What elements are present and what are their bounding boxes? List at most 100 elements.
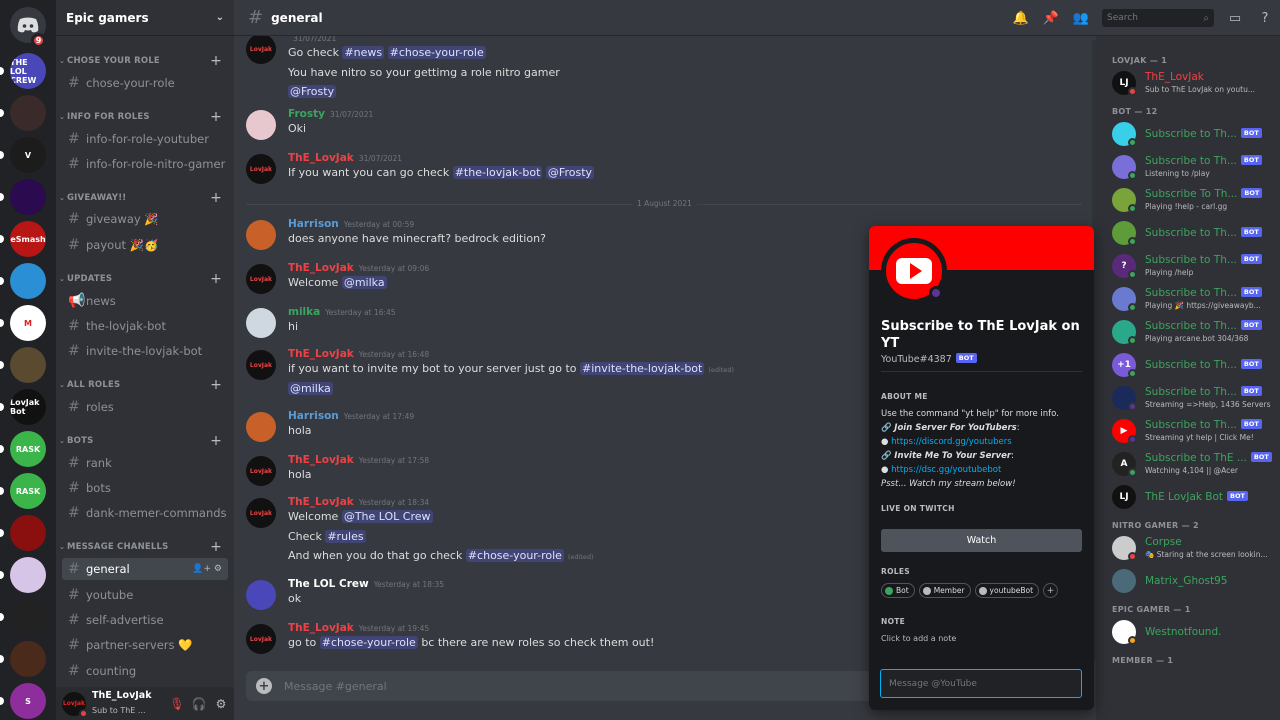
invite-bot-link[interactable]: https://dsc.gg/youtubebot bbox=[891, 465, 1001, 475]
members-icon[interactable]: 👥 bbox=[1066, 11, 1096, 26]
category-header[interactable]: ⌄ BOTS + bbox=[56, 433, 234, 449]
channel-item[interactable]: # info-for-role-nitro-gamer bbox=[62, 153, 228, 175]
channel-settings-icon[interactable]: 👤+ ⚙ bbox=[192, 564, 222, 574]
channel-item[interactable]: # youtube bbox=[62, 584, 228, 606]
channel-item[interactable]: # general 👤+ ⚙ bbox=[62, 558, 228, 580]
server-icon[interactable]: RASK bbox=[10, 473, 46, 509]
author-name[interactable]: The LOL Crew bbox=[288, 578, 369, 590]
member-item[interactable]: ▶ Subscribe to Th... BOT Streaming yt help … bbox=[1112, 416, 1276, 446]
member-item[interactable]: Corpse 🎭 Staring at the screen lookin... bbox=[1112, 533, 1276, 563]
avatar[interactable]: LovJak bbox=[246, 350, 276, 380]
server-icon[interactable]: TheSmashen bbox=[10, 221, 46, 257]
join-server-link[interactable]: https://discord.gg/youtubers bbox=[891, 437, 1012, 447]
member-item[interactable]: A Subscribe to ThE ... BOT Watching 4,104 |… bbox=[1112, 449, 1276, 479]
author-name[interactable]: ThE_LovJak bbox=[288, 348, 354, 360]
mention[interactable]: @Frosty bbox=[288, 85, 337, 98]
author-name[interactable]: Frosty bbox=[288, 108, 325, 120]
member-item[interactable]: Subscribe To Th... BOT Playing !help - car… bbox=[1112, 185, 1276, 215]
server-header[interactable]: Epic gamers ⌄ bbox=[56, 0, 234, 36]
server-icon[interactable] bbox=[10, 263, 46, 299]
member-item[interactable]: Subscribe to Th... BOT Playing arcane.bot … bbox=[1112, 317, 1276, 347]
member-item[interactable]: +1 Subscribe to Th... BOT bbox=[1112, 350, 1276, 380]
channel-item[interactable]: # bots bbox=[62, 477, 228, 499]
member-item[interactable]: Westnotfound. bbox=[1112, 617, 1276, 647]
channel-item[interactable]: # info-for-role-youtuber bbox=[62, 128, 228, 150]
channel-item[interactable]: # giveaway 🎉 bbox=[62, 208, 228, 230]
headphones-icon[interactable]: 🎧 bbox=[188, 697, 210, 711]
role-chip[interactable]: Member bbox=[918, 583, 971, 598]
member-item[interactable]: ? Subscribe to Th... BOT Playing /help bbox=[1112, 251, 1276, 281]
member-item[interactable]: Subscribe to Th... BOT Listening to /play bbox=[1112, 152, 1276, 182]
avatar[interactable]: LovJak bbox=[246, 498, 276, 528]
author-name[interactable]: Harrison bbox=[288, 410, 339, 422]
user-avatar[interactable]: LovJak bbox=[62, 691, 88, 718]
avatar[interactable]: LovJak bbox=[246, 624, 276, 654]
avatar[interactable] bbox=[246, 308, 276, 338]
watch-button[interactable]: Watch bbox=[881, 529, 1082, 552]
server-icon[interactable] bbox=[10, 557, 46, 593]
server-icon[interactable] bbox=[10, 515, 46, 551]
member-item[interactable]: Matrix_Ghost95 bbox=[1112, 566, 1276, 596]
add-channel-icon[interactable]: + bbox=[210, 433, 222, 449]
category-header[interactable]: ⌄ INFO FOR ROLES + bbox=[56, 109, 234, 125]
author-name[interactable]: ThE_LovJak bbox=[288, 262, 354, 274]
category-header[interactable]: ⌄ ALL ROLES + bbox=[56, 377, 234, 393]
mention[interactable]: @milka bbox=[288, 381, 333, 395]
mention[interactable]: #invite-the-lovjak-bot bbox=[580, 362, 705, 375]
channel-item[interactable]: # rank bbox=[62, 452, 228, 474]
avatar[interactable] bbox=[246, 110, 276, 140]
role-chip[interactable]: Bot bbox=[881, 583, 915, 598]
mute-mic-icon[interactable]: 🎙 bbox=[166, 697, 188, 711]
mention[interactable]: #the-lovjak-bot bbox=[452, 166, 543, 179]
server-icon[interactable] bbox=[10, 95, 46, 131]
role-chip[interactable]: youtubeBot bbox=[974, 583, 1040, 598]
author-name[interactable]: Harrison bbox=[288, 218, 339, 230]
server-icon[interactable]: S bbox=[10, 683, 46, 719]
member-item[interactable]: Subscribe to Th... BOT Playing 🎉 https://g… bbox=[1112, 284, 1276, 314]
gear-icon[interactable]: ⚙ bbox=[210, 697, 232, 711]
server-icon[interactable]: RASK bbox=[10, 431, 46, 467]
mention[interactable]: #chose-your-role bbox=[319, 636, 418, 649]
dm-input[interactable]: Message @YouTube bbox=[880, 669, 1082, 698]
add-channel-icon[interactable]: + bbox=[210, 377, 222, 393]
attach-plus-icon[interactable]: + bbox=[256, 678, 272, 694]
help-icon[interactable]: ? bbox=[1250, 11, 1280, 26]
add-channel-icon[interactable]: + bbox=[210, 271, 222, 287]
server-icon[interactable]: M bbox=[10, 305, 46, 341]
avatar[interactable]: LovJak bbox=[246, 36, 276, 64]
mention[interactable]: #chose-your-role bbox=[387, 46, 486, 59]
member-item[interactable]: Subscribe to Th... BOT bbox=[1112, 119, 1276, 149]
server-icon[interactable] bbox=[10, 599, 46, 635]
avatar[interactable]: LovJak bbox=[246, 456, 276, 486]
channel-item[interactable]: # invite-the-lovjak-bot bbox=[62, 340, 228, 362]
author-name[interactable]: ThE_LovJak bbox=[288, 152, 354, 164]
category-header[interactable]: ⌄ MESSAGE CHANELLS + bbox=[56, 539, 234, 555]
add-channel-icon[interactable]: + bbox=[210, 539, 222, 555]
note-field[interactable]: Click to add a note bbox=[881, 634, 956, 643]
avatar[interactable] bbox=[246, 412, 276, 442]
channel-item[interactable]: # roles bbox=[62, 396, 228, 418]
mention[interactable]: @milka bbox=[341, 276, 387, 289]
mention[interactable]: #chose-your-role bbox=[465, 549, 564, 562]
add-channel-icon[interactable]: + bbox=[210, 109, 222, 125]
author-name[interactable]: ThE_LovJak bbox=[288, 622, 354, 634]
mention[interactable]: #rules bbox=[325, 529, 366, 543]
channel-item[interactable]: # counting bbox=[62, 660, 228, 682]
server-icon[interactable]: THE LOL CREW bbox=[10, 53, 46, 89]
member-item[interactable]: LJ ThE_LovJak Sub to ThE LovJak on youtu..… bbox=[1112, 68, 1276, 98]
add-role-button[interactable]: + bbox=[1043, 583, 1059, 598]
category-header[interactable]: ⌄ CHOSE YOUR ROLE + bbox=[56, 53, 234, 69]
add-channel-icon[interactable]: + bbox=[210, 53, 222, 69]
server-icon[interactable] bbox=[10, 347, 46, 383]
mention[interactable]: @Frosty bbox=[545, 166, 595, 179]
bell-icon[interactable]: 🔔 bbox=[1006, 11, 1036, 26]
channel-item[interactable]: # payout 🎉🥳 bbox=[62, 234, 228, 256]
server-icon[interactable]: V bbox=[10, 137, 46, 173]
server-icon[interactable]: LovJak Bot bbox=[10, 389, 46, 425]
pin-icon[interactable]: 📌 bbox=[1036, 11, 1066, 26]
inbox-icon[interactable]: ▭ bbox=[1220, 11, 1250, 26]
channel-item[interactable]: # the-lovjak-bot bbox=[62, 315, 228, 337]
avatar[interactable]: LovJak bbox=[246, 264, 276, 294]
avatar[interactable]: LovJak bbox=[246, 154, 276, 184]
mention[interactable]: #news bbox=[342, 46, 385, 59]
